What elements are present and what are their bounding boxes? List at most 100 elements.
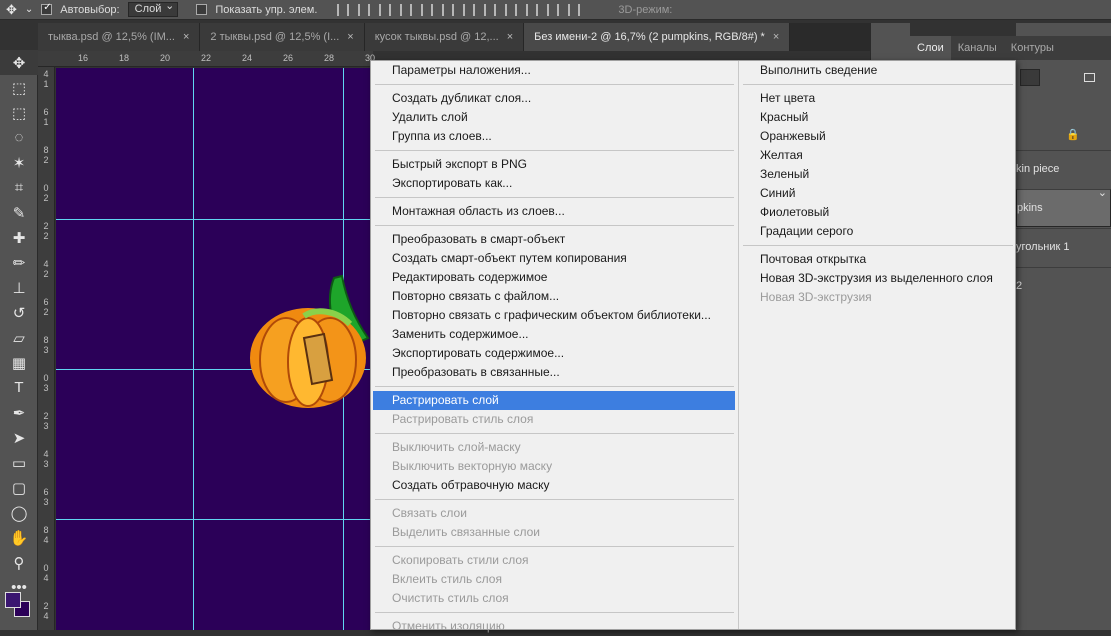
document-canvas[interactable]	[56, 68, 373, 630]
menu-item[interactable]: Удалить слой	[371, 108, 737, 127]
pumpkin-artwork[interactable]	[246, 268, 373, 428]
close-icon[interactable]: ×	[347, 31, 353, 43]
align-icon[interactable]	[505, 3, 518, 16]
align-icon[interactable]	[484, 3, 497, 16]
menu-item[interactable]: Оранжевый	[739, 127, 1016, 146]
align-icon[interactable]	[337, 3, 350, 16]
eyedropper-icon[interactable]: ✎	[0, 200, 38, 225]
menu-item[interactable]: Монтажная область из слоев...	[371, 202, 737, 221]
menu-item[interactable]: Создать дубликат слоя...	[371, 89, 737, 108]
chevron-down-icon[interactable]: ⌄	[25, 4, 33, 15]
tab-label: Без имени-2 @ 16,7% (2 pumpkins, RGB/8#)…	[534, 31, 765, 43]
horizontal-ruler[interactable]: 16 18 20 22 24 26 28 30	[38, 51, 375, 67]
close-icon[interactable]: ×	[773, 31, 779, 43]
tab-paths[interactable]: Контуры	[1004, 36, 1061, 60]
guide-line[interactable]	[56, 219, 373, 220]
tab-layers[interactable]: Слои	[910, 36, 951, 60]
rectangle-icon[interactable]: ▭	[0, 450, 38, 475]
type-icon[interactable]: T	[0, 375, 38, 400]
menu-item[interactable]: Параметры наложения...	[371, 61, 737, 80]
layer-row[interactable]: 2	[1016, 267, 1111, 305]
show-transform-label: Показать упр. элем.	[215, 3, 318, 16]
layer-row[interactable]: kin piece	[1016, 150, 1111, 188]
menu-item[interactable]: Желтая	[739, 146, 1016, 165]
guide-line[interactable]	[56, 519, 373, 520]
align-icon[interactable]	[442, 3, 455, 16]
artboard-icon[interactable]: ⬚	[0, 75, 38, 100]
menu-item[interactable]: Градации серого	[739, 222, 1016, 241]
menu-item[interactable]: Красный	[739, 108, 1016, 127]
pen-icon[interactable]: ✒	[0, 400, 38, 425]
brush-icon[interactable]: ✏	[0, 250, 38, 275]
foreground-color-swatch[interactable]	[5, 592, 21, 608]
menu-item[interactable]: Растрировать слой	[373, 391, 735, 410]
menu-item[interactable]: Преобразовать в смарт-объект	[371, 230, 737, 249]
tools-panel: ✥ ⬚ ⬚ ◌ ✶ ⌗ ✎ ✚ ✏ ⊥ ↺ ▱ ▦ T ✒ ➤ ▭ ▢ ◯ ✋ …	[0, 50, 38, 630]
stamp-icon[interactable]: ⊥	[0, 275, 38, 300]
menu-item[interactable]: Зеленый	[739, 165, 1016, 184]
align-icon[interactable]	[463, 3, 476, 16]
align-icon[interactable]	[400, 3, 413, 16]
move-tool-icon[interactable]: ✥	[6, 2, 17, 18]
menu-item[interactable]: Создать смарт-объект путем копирования	[371, 249, 737, 268]
guide-line[interactable]	[193, 68, 194, 630]
magic-wand-icon[interactable]: ✶	[0, 150, 38, 175]
ellipse-icon[interactable]: ◯	[0, 500, 38, 525]
align-icon[interactable]	[421, 3, 434, 16]
path-selection-icon[interactable]: ➤	[0, 425, 38, 450]
ruler-tick-label: 8 4	[43, 525, 49, 545]
menu-item[interactable]: Редактировать содержимое	[371, 268, 737, 287]
menu-item[interactable]: Выполнить сведение	[739, 61, 1016, 80]
image-filter-icon[interactable]	[1084, 73, 1095, 82]
crop-icon[interactable]: ⌗	[0, 175, 38, 200]
menu-item[interactable]: Быстрый экспорт в PNG	[371, 155, 737, 174]
close-icon[interactable]: ×	[183, 31, 189, 43]
move-icon[interactable]: ✥	[0, 50, 38, 75]
lasso-icon[interactable]: ◌	[0, 125, 38, 150]
menu-item[interactable]: Фиолетовый	[739, 203, 1016, 222]
panel-tabs: Слои Каналы Контуры	[910, 36, 1111, 60]
align-icon[interactable]	[526, 3, 539, 16]
gradient-icon[interactable]: ▦	[0, 350, 38, 375]
document-tab[interactable]: 2 тыквы.psd @ 12,5% (I... ×	[200, 23, 365, 51]
menu-item[interactable]: Почтовая открытка	[739, 250, 1016, 269]
menu-item[interactable]: Преобразовать в связанные...	[371, 363, 737, 382]
document-tab[interactable]: кусок тыквы.psd @ 12,... ×	[364, 23, 525, 51]
layer-row[interactable]: угольник 1	[1016, 228, 1111, 266]
tab-channels[interactable]: Каналы	[951, 36, 1004, 60]
marquee-icon[interactable]: ⬚	[0, 100, 38, 125]
document-tab-active[interactable]: Без имени-2 @ 16,7% (2 pumpkins, RGB/8#)…	[524, 23, 791, 51]
autoselect-select[interactable]: Слой	[127, 0, 179, 17]
menu-item[interactable]: Заменить содержимое...	[371, 325, 737, 344]
show-transform-checkbox[interactable]	[196, 4, 208, 15]
vertical-ruler[interactable]: 4 1 6 1 8 2 0 2 2 2 4 2 6 2 8 3 0 3 2 3 4 3 6 3 8 4 0…	[38, 67, 55, 630]
ruler-tick-label: 22	[201, 53, 212, 63]
menu-item[interactable]: Синий	[739, 184, 1016, 203]
history-brush-icon[interactable]: ↺	[0, 300, 38, 325]
autoselect-checkbox[interactable]	[41, 2, 53, 15]
close-icon[interactable]: ×	[507, 31, 513, 43]
document-tab[interactable]: тыква.psd @ 12,5% (IM... ×	[38, 23, 201, 51]
eraser-icon[interactable]: ▱	[0, 325, 38, 350]
menu-item[interactable]: Новая 3D-экструзия из выделенного слоя	[739, 269, 1016, 288]
zoom-icon[interactable]: ⚲	[0, 550, 38, 575]
layer-row[interactable]: pkins	[1016, 187, 1111, 227]
rounded-rectangle-icon[interactable]: ▢	[0, 475, 38, 500]
menu-item[interactable]: Нет цвета	[739, 89, 1016, 108]
hand-icon[interactable]: ✋	[0, 525, 38, 550]
healing-brush-icon[interactable]: ✚	[0, 225, 38, 250]
ruler-tick-label: 0 2	[43, 183, 49, 203]
align-icon[interactable]	[568, 3, 581, 16]
menu-item[interactable]: Группа из слоев...	[371, 127, 737, 146]
align-icon[interactable]	[358, 3, 371, 16]
menu-item[interactable]: Экспортировать содержимое...	[371, 344, 737, 363]
align-icon[interactable]	[547, 3, 560, 16]
menu-item[interactable]: Повторно связать с графическим объектом …	[371, 306, 737, 325]
menu-item: Выключить векторную маску	[392, 459, 553, 473]
ruler-tick-label: 6 1	[43, 107, 49, 127]
menu-item[interactable]: Экспортировать как...	[371, 174, 737, 193]
lock-icon[interactable]: 🔒	[1066, 128, 1080, 141]
menu-item[interactable]: Создать обтравочную маску	[371, 476, 737, 495]
menu-item[interactable]: Повторно связать с файлом...	[371, 287, 737, 306]
align-icon[interactable]	[379, 3, 392, 16]
